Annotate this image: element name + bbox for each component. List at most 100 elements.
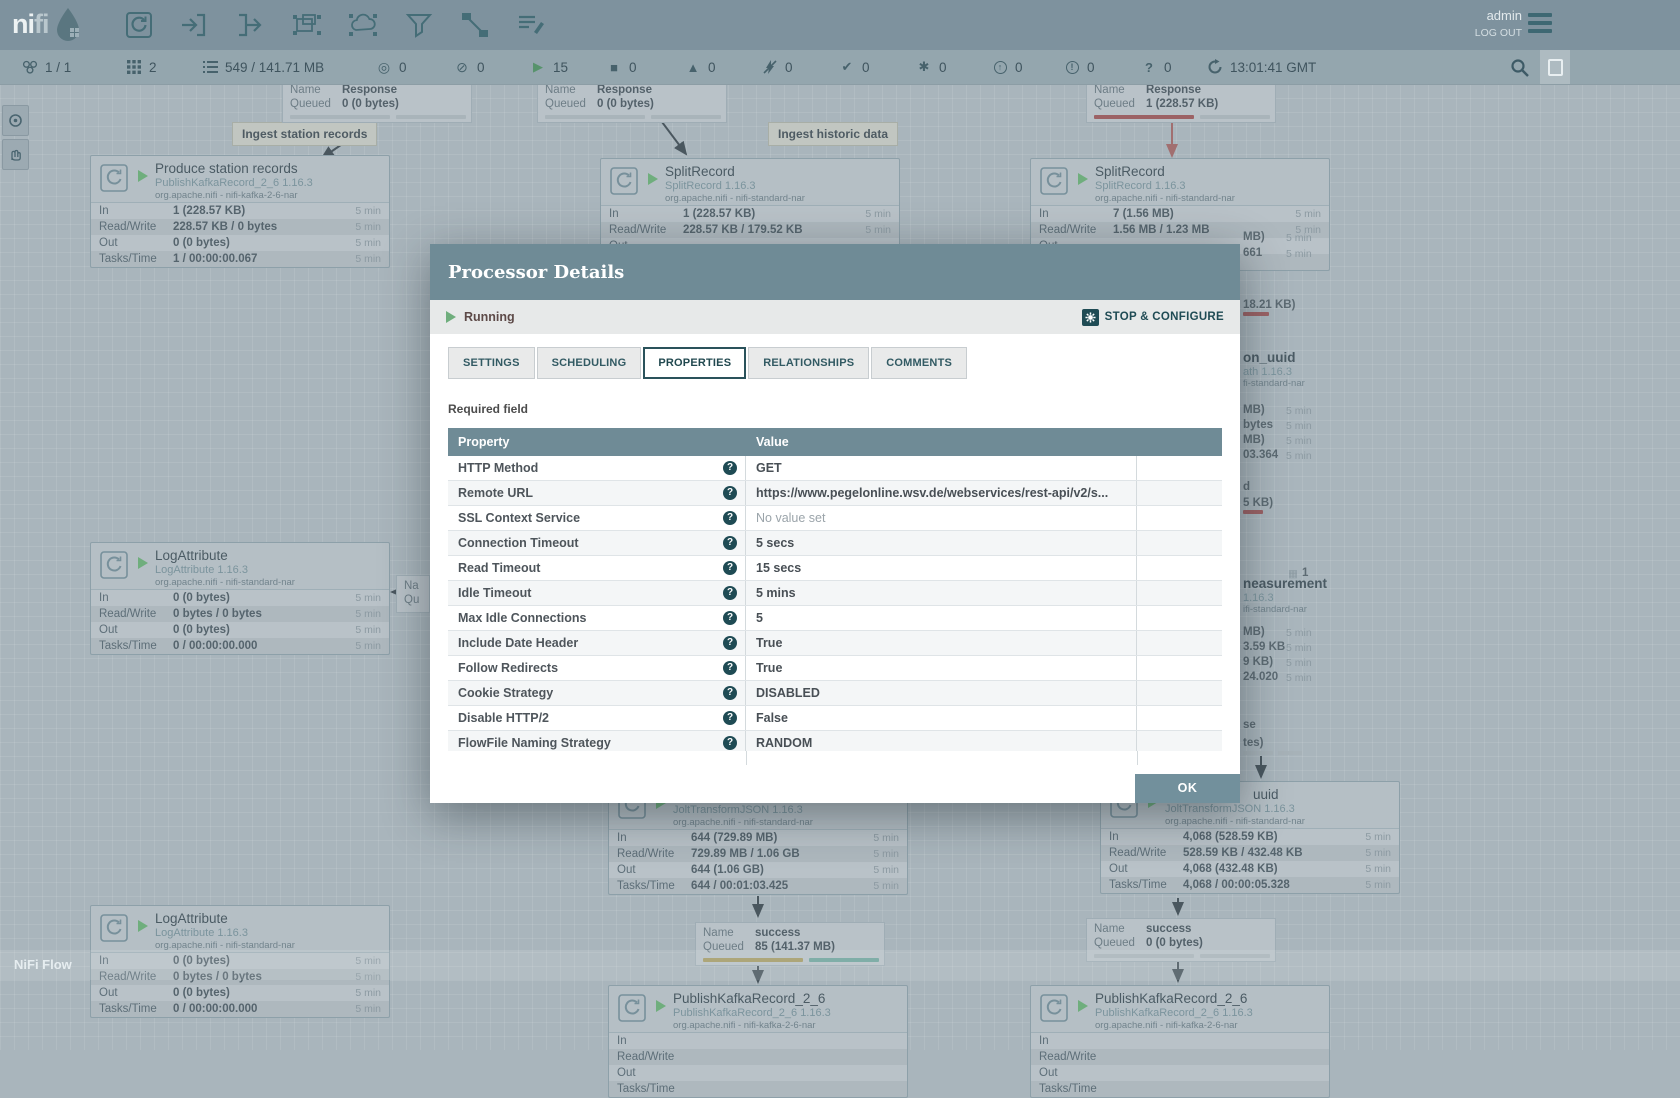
help-icon[interactable]: ? (723, 461, 737, 475)
global-menu-icon[interactable] (1528, 13, 1552, 37)
status-value: 0 (862, 60, 870, 75)
clipped-fragment: 5 min (1286, 420, 1312, 432)
template-tool-icon[interactable] (458, 8, 492, 42)
connection-label[interactable]: NameResponseQueued1 (228.57 KB) (1086, 79, 1276, 123)
connection-label[interactable]: NameResponseQueued0 (0 bytes) (537, 79, 727, 123)
data-size-bar (1200, 115, 1270, 119)
connection-row-clipped: Qu (397, 593, 429, 607)
label-tool-icon[interactable] (514, 8, 548, 42)
queued-field-label: Queued (1094, 936, 1146, 950)
stat-window: 5 min (355, 205, 381, 217)
property-row: Disable HTTP/2?False (448, 706, 1222, 731)
help-icon[interactable]: ? (723, 586, 737, 600)
stat-row: Read/Write0 bytes / 0 bytes5 min (91, 606, 389, 622)
stat-row: Read/Write228.57 KB / 179.52 KB5 min (601, 222, 899, 238)
status-value: 1 / 1 (45, 60, 71, 75)
operate-palette-toggle[interactable] (2, 139, 29, 170)
help-icon[interactable]: ? (723, 486, 737, 500)
breadcrumb[interactable]: NiFi Flow (14, 957, 72, 972)
stat-value: 0 (0 bytes) (173, 592, 355, 604)
status-value: 2 (149, 60, 157, 75)
stat-label: Read/Write (609, 224, 683, 236)
processor-publishkafkarecord-2-6[interactable]: PublishKafkaRecord_2_6PublishKafkaRecord… (1030, 985, 1330, 1098)
stat-window: 5 min (865, 224, 891, 236)
navigate-palette-toggle[interactable] (2, 105, 29, 136)
object-count-bar (290, 115, 390, 119)
processor-header: Produce station recordsPublishKafkaRecor… (91, 156, 389, 202)
stat-window: 5 min (1365, 847, 1391, 859)
status-item-disabled: 0 (762, 50, 793, 84)
data-size-bar (396, 115, 466, 119)
status-item-invalid: ▲0 (685, 50, 716, 84)
property-row-spacer (1137, 481, 1222, 505)
tab-properties[interactable]: PROPERTIES (643, 347, 746, 379)
status-item-locally-modified: ✱0 (916, 50, 947, 84)
running-triangle-icon (656, 1000, 666, 1012)
refresh-icon[interactable] (1207, 59, 1223, 75)
settings-square-icon (1548, 59, 1563, 76)
processor-publishkafkarecord-2-6[interactable]: PublishKafkaRecord_2_6PublishKafkaRecord… (608, 985, 908, 1098)
stat-window: 5 min (355, 237, 381, 249)
stat-label: Read/Write (617, 848, 691, 860)
tab-relationships[interactable]: RELATIONSHIPS (748, 347, 869, 379)
connection-label[interactable]: NameResponseQueued0 (0 bytes) (282, 79, 472, 123)
output-port-tool-icon[interactable] (234, 8, 268, 42)
stat-value: 1.56 MB / 1.23 MB (1113, 224, 1295, 236)
help-icon[interactable]: ? (723, 536, 737, 550)
tab-settings[interactable]: SETTINGS (448, 347, 535, 379)
help-icon[interactable]: ? (723, 636, 737, 650)
ok-button[interactable]: OK (1135, 774, 1240, 803)
processor-type: JoltTransformJSON 1.16.3 (673, 804, 803, 816)
help-icon[interactable]: ? (723, 661, 737, 675)
tab-scheduling[interactable]: SCHEDULING (537, 347, 642, 379)
status-value: 0 (1164, 60, 1172, 75)
property-value: 5 secs (746, 531, 1137, 555)
stat-value: 528.59 KB / 432.48 KB (1183, 847, 1365, 859)
property-value: GET (746, 456, 1137, 480)
processor-tool-icon[interactable] (122, 8, 156, 42)
input-port-tool-icon[interactable] (178, 8, 212, 42)
search-icon[interactable] (1510, 58, 1530, 78)
processor-header: PublishKafkaRecord_2_6PublishKafkaRecord… (1031, 986, 1329, 1032)
running-triangle-icon (1078, 173, 1088, 185)
help-icon[interactable]: ? (723, 561, 737, 575)
clipped-fragment: MB) (1243, 626, 1265, 638)
connection-name-row: NameResponse (283, 83, 471, 97)
help-icon[interactable]: ? (723, 711, 737, 725)
processor-produce-station-records[interactable]: Produce station recordsPublishKafkaRecor… (90, 155, 390, 268)
nifi-logo: nifi (12, 6, 83, 42)
status-value: 549 / 141.71 MB (225, 60, 324, 75)
clipped-fragment: 18.21 KB) (1243, 299, 1295, 311)
tab-comments[interactable]: COMMENTS (871, 347, 967, 379)
canvas-label[interactable]: Ingest station records (232, 122, 377, 146)
help-icon[interactable]: ? (723, 686, 737, 700)
processor-logattribute[interactable]: LogAttributeLogAttribute 1.16.3org.apach… (90, 542, 390, 655)
help-icon[interactable]: ? (723, 511, 737, 525)
processor-type: PublishKafkaRecord_2_6 1.16.3 (155, 177, 313, 189)
status-settings-tile[interactable] (1540, 50, 1570, 84)
status-item-transmitting: ◎0 (376, 50, 407, 84)
backpressure-bar-fragment (1243, 751, 1273, 755)
property-name: Include Date Header? (448, 631, 746, 655)
help-icon[interactable]: ? (723, 736, 737, 750)
clipped-fragment: 5 min (1286, 405, 1312, 417)
property-row: Remote URL?https://www.pegelonline.wsv.d… (448, 481, 1222, 506)
stat-value: 0 / 00:00:00.000 (173, 1003, 355, 1015)
property-row: Cookie Strategy?DISABLED (448, 681, 1222, 706)
processor-type: LogAttribute 1.16.3 (155, 927, 248, 939)
stat-label: Read/Write (99, 221, 173, 233)
property-name: Connection Timeout? (448, 531, 746, 555)
canvas-label[interactable]: Ingest historic data (768, 122, 898, 146)
logout-link[interactable]: LOG OUT (1475, 27, 1522, 39)
stat-label: Out (1109, 863, 1183, 875)
process-group-tool-icon[interactable] (290, 8, 324, 42)
stop-and-configure-button[interactable]: STOP & CONFIGURE (1082, 309, 1224, 326)
remote-process-group-tool-icon[interactable] (346, 8, 380, 42)
stat-row: In644 (729.89 MB)5 min (609, 830, 907, 846)
processor-chip-icon (99, 163, 129, 193)
help-icon[interactable]: ? (723, 611, 737, 625)
connection-label[interactable]: NaQu (396, 575, 430, 613)
stat-window: 5 min (1365, 879, 1391, 891)
processor-chip-icon (609, 166, 639, 196)
funnel-tool-icon[interactable] (402, 8, 436, 42)
